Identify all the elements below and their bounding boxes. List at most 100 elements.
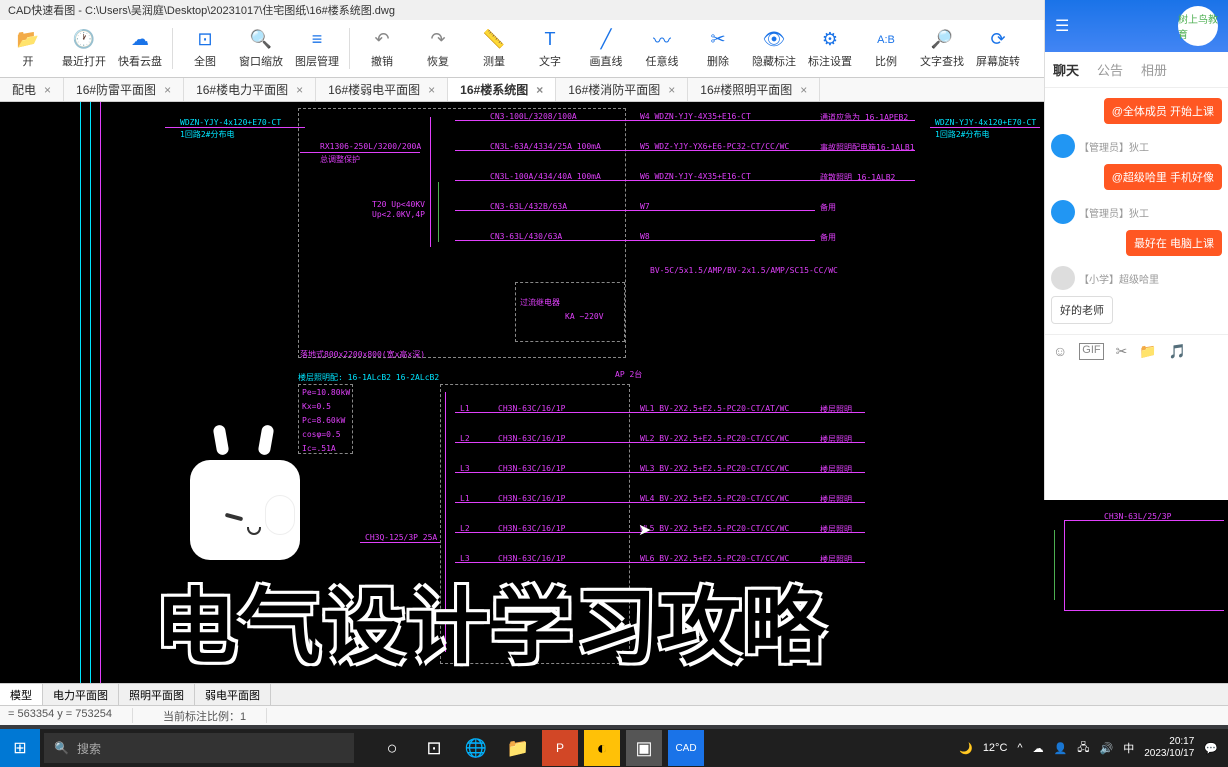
close-icon[interactable]: × [164,83,171,97]
tab-weak[interactable]: 16#楼弱电平面图× [316,78,448,101]
chat-message: @全体成员 开始上课 [1104,98,1222,124]
weather-icon[interactable]: 🌙 [959,742,973,755]
close-icon[interactable]: × [428,83,435,97]
task-app2[interactable]: ▣ [626,730,662,766]
tab-lightning[interactable]: 16#防雷平面图× [64,78,184,101]
task-cortana[interactable]: ○ [374,730,410,766]
music-icon[interactable]: 🎵 [1169,343,1186,360]
scissors-icon[interactable]: ✂ [1116,343,1128,360]
undo-icon: ↶ [371,29,393,51]
chat-message: 好的老师 [1051,296,1113,324]
tool-measure[interactable]: 📏测量 [466,20,522,77]
tool-zoom[interactable]: 🔍窗口缩放 [233,20,289,77]
ime-indicator[interactable]: 中 [1123,740,1134,756]
tool-layers[interactable]: ≡图层管理 [289,20,345,77]
scale-icon: A:B [875,29,897,51]
tool-rotate[interactable]: ⟳屏幕旋转 [970,20,1026,77]
tab-lighting[interactable]: 16#楼照明平面图× [688,78,820,101]
close-icon[interactable]: × [668,83,675,97]
folder-icon[interactable]: 📁 [1139,343,1156,360]
task-app1[interactable]: ◐ [584,730,620,766]
chat-tab-notice[interactable]: 公告 [1097,60,1123,79]
search-icon: 🔍 [54,741,69,755]
scale-info: 当前标注比例：1 [163,708,267,723]
tool-line[interactable]: ╱画直线 [578,20,634,77]
taskbar-search[interactable]: 🔍 搜索 [44,733,354,763]
tool-scale[interactable]: A:B比例 [858,20,914,77]
avatar [1051,134,1075,158]
line-icon: ╱ [595,29,617,51]
tab-fire[interactable]: 16#楼消防平面图× [556,78,688,101]
start-button[interactable]: ⊞ [0,729,40,767]
chat-panel: ☰ 树上鸟教育 聊天 公告 相册 @全体成员 开始上课 【管理员】狄工 @超级哈… [1044,0,1228,500]
folder-icon: 📂 [17,29,39,51]
task-edge[interactable]: 🌐 [458,730,494,766]
emoji-icon[interactable]: ☺ [1053,343,1067,360]
cloud-icon: ☁ [129,29,151,51]
close-icon[interactable]: × [536,83,543,97]
task-explorer[interactable]: 📁 [500,730,536,766]
temperature[interactable]: 12°C [983,742,1008,754]
tray-onedrive-icon[interactable]: ☁ [1033,742,1044,755]
tool-hide-annot[interactable]: 👁隐藏标注 [746,20,802,77]
chat-input-tools: ☺ GIF ✂ 📁 🎵 [1045,334,1228,368]
task-view[interactable]: ⊡ [416,730,452,766]
system-tray: 🌙 12°C ^ ☁ 👤 🖧 🔊 中 20:17 2023/10/17 💬 [959,736,1228,760]
task-powerpoint[interactable]: P [542,730,578,766]
chat-tabs: 聊天 公告 相册 [1045,52,1228,88]
zoom-icon: 🔍 [250,29,272,51]
task-cad[interactable]: CAD [668,730,704,766]
tool-text[interactable]: T文字 [522,20,578,77]
avatar [1051,266,1075,290]
tray-people-icon[interactable]: 👤 [1054,742,1068,755]
window-title: CAD快速看图 - C:\Users\吴润庭\Desktop\20231017\… [8,2,395,18]
close-icon[interactable]: × [44,83,51,97]
chat-messages[interactable]: @全体成员 开始上课 【管理员】狄工 @超级哈里 手机好像 【管理员】狄工 最好… [1045,88,1228,334]
tool-delete[interactable]: ✂删除 [690,20,746,77]
tool-open[interactable]: 📂开 [0,20,56,77]
video-title-overlay: 电气设计学习攻略 [155,560,827,679]
text-icon: T [539,29,561,51]
redo-icon: ↷ [427,29,449,51]
bottom-tab-lighting[interactable]: 照明平面图 [119,684,195,705]
chat-tab-chat[interactable]: 聊天 [1053,60,1079,79]
tool-fullview[interactable]: ⊡全图 [177,20,233,77]
tool-find-text[interactable]: 🔎文字查找 [914,20,970,77]
gif-icon[interactable]: GIF [1079,343,1103,360]
tool-cloud[interactable]: ☁快看云盘 [112,20,168,77]
tab-system[interactable]: 16#楼系统图× [448,78,556,101]
coordinates: = 563354 y = 753254 [8,708,133,723]
chat-tab-album[interactable]: 相册 [1141,60,1167,79]
tray-chevron-icon[interactable]: ^ [1017,742,1022,754]
notifications-icon[interactable]: 💬 [1204,742,1218,755]
tool-freeline[interactable]: 〰任意线 [634,20,690,77]
cursor-icon: ➤ [638,520,651,540]
bottom-tab-weak[interactable]: 弱电平面图 [195,684,271,705]
close-icon[interactable]: × [800,83,807,97]
tool-recent[interactable]: 🕐最近打开 [56,20,112,77]
chat-header: ☰ 树上鸟教育 [1045,0,1228,52]
ruler-icon: 📏 [483,29,505,51]
freeline-icon: 〰 [651,29,673,51]
tray-network-icon[interactable]: 🖧 [1077,739,1089,758]
group-logo: 树上鸟教育 [1178,6,1218,46]
tool-undo[interactable]: ↶撤销 [354,20,410,77]
tray-volume-icon[interactable]: 🔊 [1100,742,1114,755]
tool-redo[interactable]: ↷恢复 [410,20,466,77]
tab-power[interactable]: 16#楼电力平面图× [184,78,316,101]
bottom-tab-model[interactable]: 模型 [0,684,43,705]
tool-annot-settings[interactable]: ⚙标注设置 [802,20,858,77]
chat-message: @超级哈里 手机好像 [1104,164,1222,190]
avatar [1051,200,1075,224]
tab-distribution[interactable]: 配电× [0,78,64,101]
bilibili-mascot [180,420,310,560]
bottom-tab-power[interactable]: 电力平面图 [43,684,119,705]
close-icon[interactable]: × [296,83,303,97]
settings-icon: ⚙ [819,29,841,51]
layers-icon: ≡ [306,29,328,51]
cad-canvas-right[interactable]: CH3N-63L/25/3P [1044,500,1228,683]
eye-icon: 👁 [763,29,785,51]
windows-taskbar: ⊞ 🔍 搜索 ○ ⊡ 🌐 📁 P ◐ ▣ CAD 🌙 12°C ^ ☁ 👤 🖧 … [0,729,1228,767]
status-bar: = 563354 y = 753254 当前标注比例：1 [0,705,1228,725]
clock[interactable]: 20:17 2023/10/17 [1144,736,1194,760]
